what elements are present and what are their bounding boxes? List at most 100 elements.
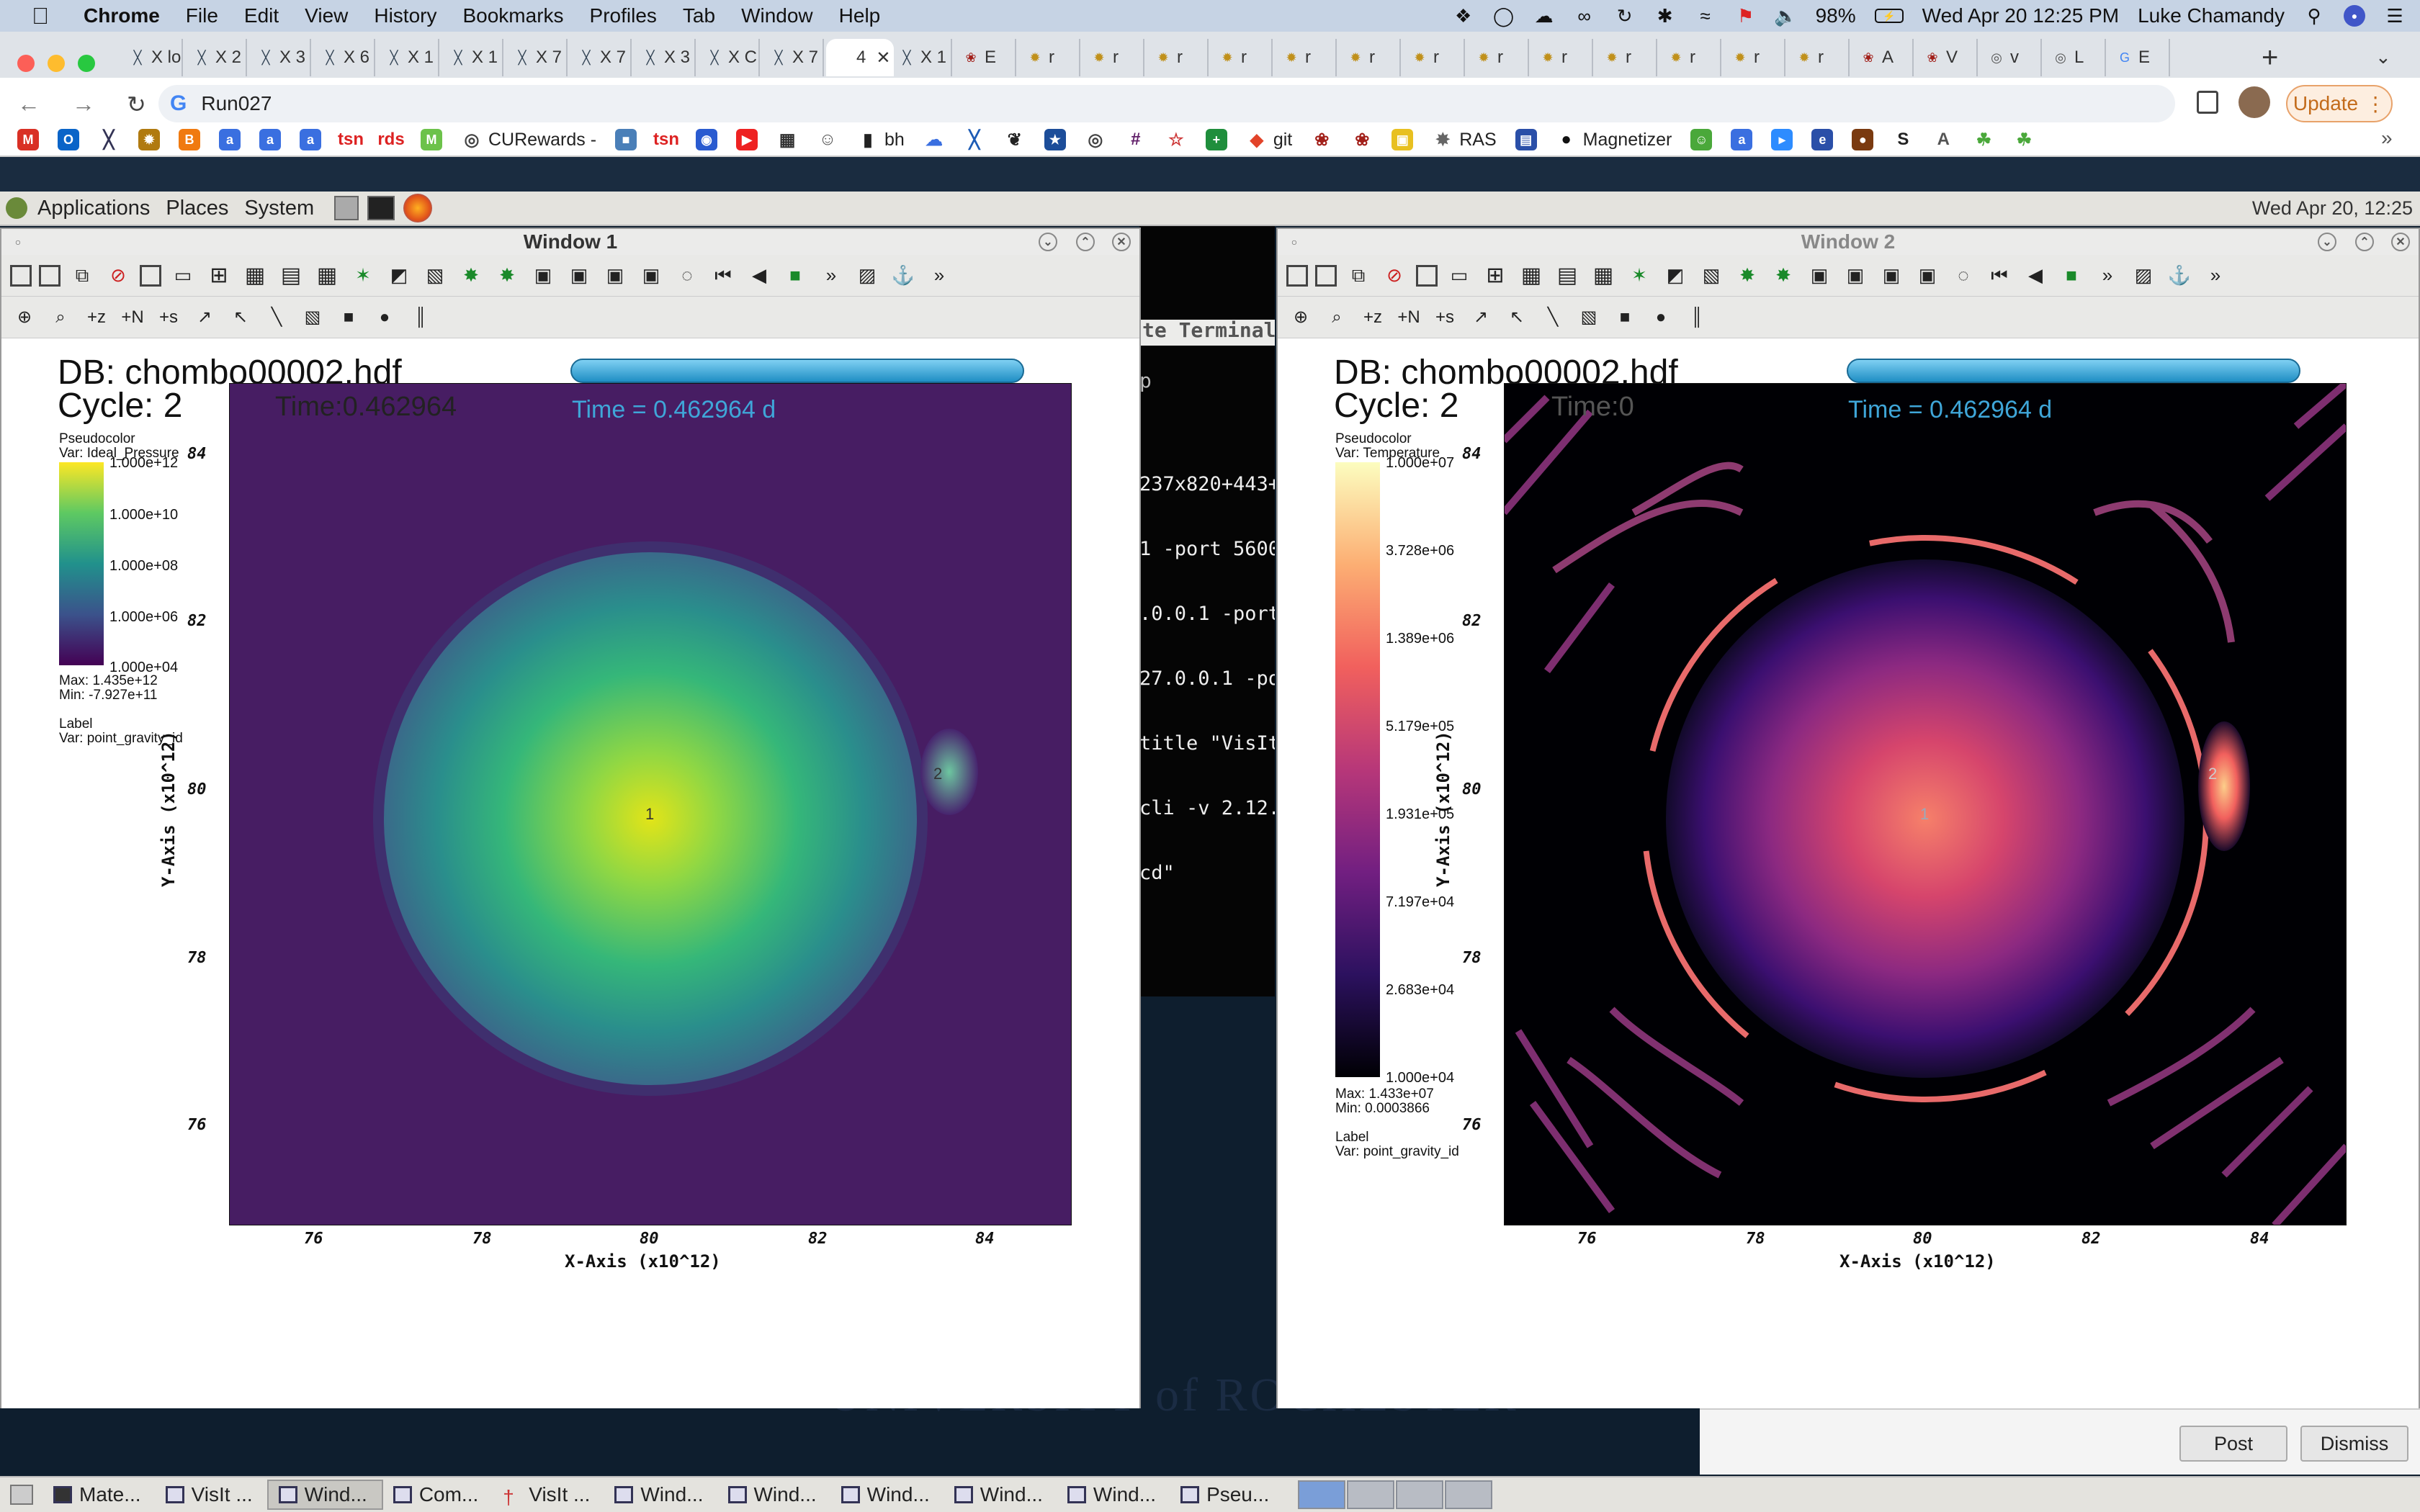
layout-4x4-icon[interactable]: ▦ [1589,261,1618,290]
taskbar-item[interactable]: Mate... [43,1480,156,1510]
window-menu-dot-icon[interactable]: ○ [9,233,27,251]
browser-tab[interactable]: ◎ L [2044,39,2106,76]
layout-1x2-icon[interactable]: ▭ [1445,261,1474,290]
browser-tab[interactable]: ╳ X 1 [890,39,952,76]
search-icon[interactable]: ⚲ [2303,5,2325,27]
browser-tab[interactable]: ╳ X 7 [570,39,632,76]
taskbar-item[interactable]: † VisIt ... [493,1480,604,1510]
firefox-launcher-icon[interactable] [403,194,433,222]
layout-2x2-icon[interactable]: ⊞ [1481,261,1510,290]
battery-icon[interactable]: ⚡ [1874,9,1904,23]
browser-tab[interactable]: ✹ r [1083,39,1144,76]
browser-tab[interactable]: ❀ A [1852,39,1914,76]
bookmark-item[interactable]: B [179,129,200,150]
time-slider-bar[interactable] [570,359,1024,383]
window-1-minimize-icon[interactable]: ⌄ [1039,233,1057,251]
bookmark-item[interactable]: a [259,129,281,150]
workspace-4[interactable] [1445,1480,1493,1509]
browser-tab[interactable]: 4 ✕ [826,39,894,76]
cube-icon[interactable]: ▧ [1574,303,1603,332]
cube-shade-icon[interactable]: ■ [1610,303,1639,332]
browser-tab[interactable]: ╳ X 3 [634,39,696,76]
taskbar-item[interactable]: VisIt ... [156,1480,267,1510]
pick-z-icon[interactable]: +z [1358,303,1387,332]
taskbar-item[interactable]: Pseu... [1170,1480,1283,1510]
step-back-icon[interactable]: ⏮ [709,261,738,290]
lasso-icon[interactable]: ⚓ [889,261,918,290]
step-back-icon[interactable]: ⏮ [1985,261,2014,290]
new-window-icon[interactable]: □ [39,264,60,287]
menu-view[interactable]: View [305,4,348,27]
bookmark-item[interactable]: a [1731,129,1753,150]
taskbar-item[interactable]: Wind... [266,1480,383,1510]
pick-z-icon[interactable]: +z [82,303,111,332]
back-arrow-icon[interactable]: ← [17,91,40,118]
layout-2x2-icon[interactable]: ⊞ [205,261,233,290]
browser-tab[interactable]: ╳ X 1 [442,39,503,76]
browser-tab[interactable]: ╳ X 1 [377,39,439,76]
volume-icon[interactable]: 🔈 [1774,5,1797,27]
window-2-maximize-icon[interactable]: ⌃ [2355,233,2374,251]
bookmark-item[interactable]: ◉ [696,129,718,150]
lock-view-icon[interactable]: ◩ [385,261,413,290]
sphere-icon[interactable]: ● [370,303,399,332]
more-chevron-icon[interactable]: » [2201,261,2230,290]
bookmark-item[interactable]: A [1932,129,1954,150]
browser-tab[interactable]: ✹ r [1724,39,1785,76]
window-2-plot-area[interactable]: DB: chombo00002.hdf Cycle: 2 1 2 Time:0 … [1278,338,2419,1408]
pick-n-icon[interactable]: +N [1394,303,1423,332]
time-slider-bar[interactable] [1847,359,2300,383]
visit-window-1[interactable]: Window 1 ○ ⌄ ⌃ ✕ □□⧉⊘□▭⊞▦▤▦✶◩▧✸✸▣▣▣▣◌⏮◀■… [0,228,1141,1408]
browser-tab[interactable]: ╳ X 7 [762,39,824,76]
perspective-icon[interactable]: ▧ [1697,261,1726,290]
zoom-icon[interactable]: ⌕ [46,303,75,332]
skype-icon[interactable]: ◯ [1493,5,1515,27]
browser-tab[interactable]: ╳ X 3 [249,39,311,76]
terminal-window[interactable]: te Terminal p 237x820+443+ 1 -port 5600 … [1139,226,1275,996]
choose-view-icon[interactable]: ▣ [1913,261,1942,290]
camera-icon[interactable]: ▣ [1805,261,1834,290]
play-back-icon[interactable]: ◀ [2021,261,2050,290]
bookmark-item[interactable]: ▸ [1771,129,1793,150]
camera-icon[interactable]: ▣ [529,261,557,290]
save-view-icon[interactable]: ▣ [1877,261,1906,290]
new-window-icon[interactable]: □ [10,264,32,287]
more-chevron-icon[interactable]: » [817,261,846,290]
user-name[interactable]: Luke Chamandy [2138,4,2285,27]
minimize-window-button[interactable] [48,55,65,72]
close-window-button[interactable] [17,55,35,72]
text-editor-launcher-icon[interactable] [334,196,359,220]
clear-window-icon[interactable]: ⊘ [104,261,133,290]
browser-tab[interactable]: ◎ v [1980,39,2042,76]
menu-profiles[interactable]: Profiles [590,4,657,27]
lock-view-icon[interactable]: ◩ [1661,261,1690,290]
address-bar[interactable]: G Run027 [158,85,2175,122]
taskbar-item[interactable]: Wind... [1057,1480,1170,1510]
lineout-icon[interactable]: ↗ [190,303,219,332]
line-icon[interactable]: ╲ [262,303,291,332]
layout-3x3-icon[interactable]: ▤ [1553,261,1582,290]
workspace-1[interactable] [1298,1480,1346,1509]
browser-tab[interactable]: ✹ r [1467,39,1529,76]
probe-icon[interactable]: ↖ [1502,303,1531,332]
bookmark-item[interactable]: ╳ [98,129,120,150]
annotation-icon[interactable]: ▨ [853,261,882,290]
bookmark-item[interactable]: M [421,129,442,150]
menu-app-name[interactable]: Chrome [84,4,160,27]
control-center-icon[interactable]: ☰ [2384,5,2406,27]
time-machine-icon[interactable]: ↻ [1614,5,1636,27]
cube-icon[interactable]: ▧ [298,303,327,332]
reset-view-icon[interactable]: ✸ [457,261,485,290]
browser-tab[interactable]: ✹ r [1595,39,1657,76]
bookmark-item[interactable]: M [17,129,39,150]
bookmark-item[interactable]: ▦ [776,129,798,150]
window-2-close-icon[interactable]: ✕ [2391,233,2410,251]
browser-tab[interactable]: ╳ X 2 [185,39,247,76]
workspace-3[interactable] [1396,1480,1444,1509]
taskbar-item[interactable]: Wind... [718,1480,831,1510]
choose-view-icon[interactable]: ▣ [637,261,666,290]
menu-edit[interactable]: Edit [244,4,279,27]
profile-avatar[interactable] [2238,86,2270,118]
browser-tab[interactable]: ✹ r [1403,39,1465,76]
reset-view-icon[interactable]: ✸ [1733,261,1762,290]
